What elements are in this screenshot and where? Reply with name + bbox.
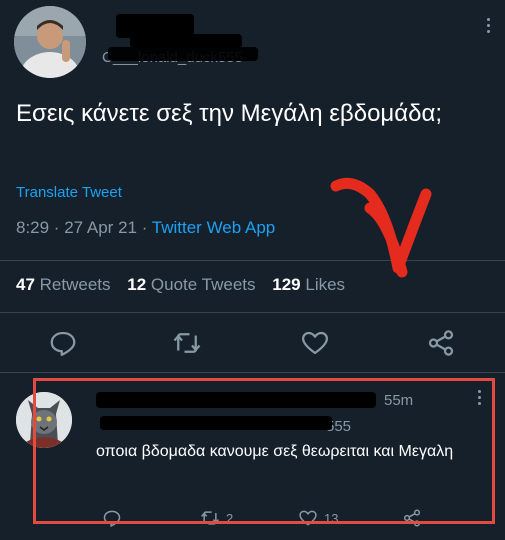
tweet-actions <box>0 326 505 362</box>
retweet-icon[interactable] <box>172 328 202 358</box>
tweet-stats: 47 Retweets 12 Quote Tweets 129 Likes <box>16 275 345 295</box>
tweet-meta: 8:29 · 27 Apr 21 · Twitter Web App <box>16 218 275 238</box>
translate-tweet-link[interactable]: Translate Tweet <box>16 184 122 201</box>
reply-icon[interactable] <box>48 328 78 358</box>
tweet-text: Εσεις κάνετε σεξ την Μεγάλη εβδομάδα; <box>16 100 443 127</box>
redaction-bar <box>130 34 242 48</box>
like-icon[interactable] <box>300 328 330 358</box>
annotation-frame <box>33 378 495 524</box>
more-options-icon[interactable] <box>487 18 491 36</box>
avatar[interactable] <box>14 6 86 78</box>
share-icon[interactable] <box>426 328 456 358</box>
redaction-bar <box>108 47 258 61</box>
divider <box>0 312 505 313</box>
annotation-arrow-icon <box>330 177 432 278</box>
retweets-stat[interactable]: 47 Retweets <box>16 275 111 294</box>
tweet-source[interactable]: Twitter Web App <box>152 218 275 237</box>
tweet-timestamp[interactable]: 8:29 · 27 Apr 21 · <box>16 218 152 237</box>
divider <box>0 372 505 373</box>
quote-tweets-stat[interactable]: 12 Quote Tweets <box>127 275 255 294</box>
avatar-photo <box>14 6 86 78</box>
